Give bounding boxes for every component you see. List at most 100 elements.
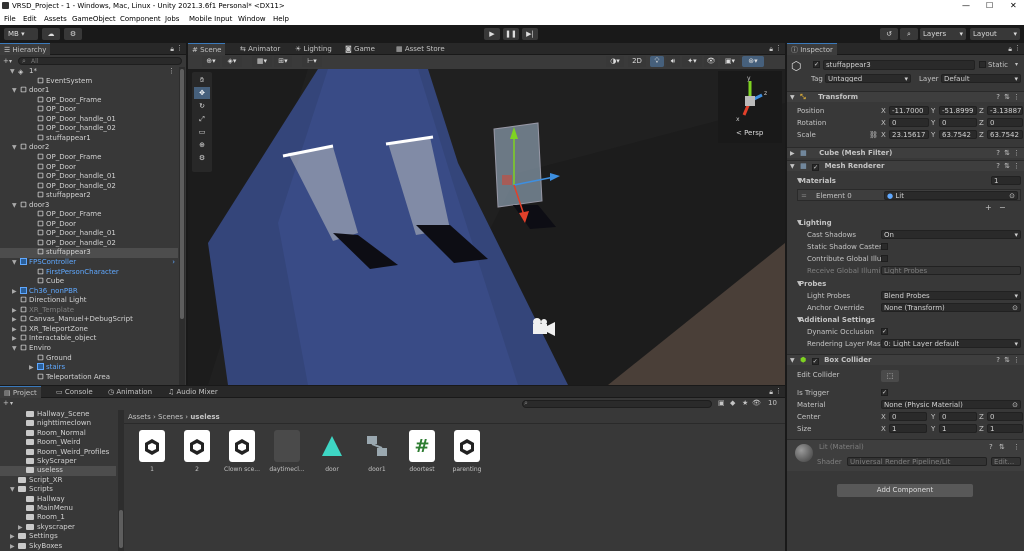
rotation-y-field[interactable]: 0 — [939, 118, 977, 127]
layout-dropdown[interactable]: Layout ▾ — [970, 28, 1020, 40]
dynamic-occlusion-checkbox[interactable]: ✓ — [881, 328, 888, 335]
hierarchy-item[interactable]: OP_Door_Frame — [0, 210, 178, 220]
gizmo-plane-handle[interactable] — [502, 175, 512, 185]
create-dropdown-icon[interactable]: ▾ — [10, 400, 13, 407]
lock-icon[interactable]: 🔒︎ — [170, 45, 174, 54]
create-asset-button[interactable]: + — [3, 399, 9, 407]
menu-jobs[interactable]: Jobs — [165, 15, 179, 23]
hierarchy-item[interactable]: ▶ stairs — [0, 363, 178, 373]
hierarchy-item[interactable]: ▶ Interactable_object — [0, 334, 178, 344]
position-y-field[interactable]: -51.8999 — [939, 106, 977, 115]
foldout-arrow-icon[interactable]: ▼ — [12, 143, 20, 153]
gizmos-dropdown[interactable]: ⊛▾ — [742, 56, 764, 67]
foldout-arrow-icon[interactable]: ▼ — [12, 258, 20, 268]
hierarchy-item[interactable]: OP_Door_handle_02 — [0, 182, 178, 192]
help-icon[interactable]: ? — [996, 161, 1000, 172]
object-picker-icon[interactable]: ⊙ — [1012, 401, 1018, 408]
rect-tool-icon[interactable]: ▭ — [194, 126, 210, 138]
more-menu-icon[interactable]: ⋮ — [176, 44, 183, 52]
folder-item[interactable]: Script_XR — [0, 476, 116, 486]
move-tool-icon[interactable]: ✥ — [194, 87, 210, 99]
hierarchy-item[interactable]: ▶ XR_Template — [0, 306, 178, 316]
hierarchy-item[interactable]: ▶ XR_TeleportZone — [0, 325, 178, 335]
hierarchy-item[interactable]: EventSystem — [0, 77, 178, 87]
foldout-arrow-icon[interactable]: ▶ — [12, 315, 20, 325]
component-menu-icon[interactable]: ⋮ — [1013, 161, 1020, 172]
center-x-field[interactable]: 0 — [889, 412, 927, 421]
tab-audio-mixer[interactable]: ♫ Audio Mixer — [164, 386, 222, 398]
physic-material-field[interactable]: None (Physic Material) ⊙ — [881, 400, 1021, 409]
foldout-arrow-icon[interactable]: ▼ — [10, 485, 18, 495]
object-picker-icon[interactable]: ⊙ — [1009, 192, 1015, 199]
hierarchy-scrollbar[interactable] — [179, 67, 185, 385]
minimize-icon[interactable]: — — [962, 1, 970, 10]
scene-menu-icon[interactable]: ⋮ — [168, 67, 175, 77]
axis-gizmo-icon[interactable]: y z x — [718, 71, 782, 131]
hierarchy-item[interactable]: stuffappear2 — [0, 191, 178, 201]
more-menu-icon[interactable]: ⋮ — [775, 44, 782, 52]
transform-component-header[interactable]: ▼ ⤡ Transform ? ⇅ ⋮ — [787, 91, 1024, 102]
menu-help[interactable]: Help — [273, 15, 289, 23]
mesh-renderer-enabled-checkbox[interactable]: ✓ — [812, 164, 820, 171]
tab-scene[interactable]: # Scene — [188, 43, 226, 55]
object-name-field[interactable]: stuffappear3 — [823, 60, 975, 70]
scrollbar-thumb[interactable] — [119, 510, 123, 548]
hierarchy-item[interactable]: ▼ ◈ 1* ⋮ — [0, 67, 178, 77]
folder-item[interactable]: Room_1 — [0, 513, 116, 523]
foldout-arrow-icon[interactable]: ▶ — [12, 306, 20, 316]
selected-door-panel[interactable] — [493, 122, 543, 208]
edit-collider-button[interactable]: ⬚ — [881, 370, 899, 382]
lock-icon[interactable]: 🔒︎ — [769, 388, 773, 397]
scene-view[interactable]: # Scene ⇆ Animator ☀ Lighting ◙ Game ▦ A… — [188, 43, 785, 385]
folder-item[interactable]: MainMenu — [0, 504, 116, 514]
hierarchy-item[interactable]: Ground — [0, 354, 178, 364]
menu-component[interactable]: Component — [120, 15, 161, 23]
hierarchy-item[interactable]: OP_Door_Frame — [0, 153, 178, 163]
custom-tool-icon[interactable]: ⚙ — [194, 152, 210, 164]
size-y-field[interactable]: 1 — [939, 424, 977, 433]
constrain-proportions-icon[interactable]: ⛓ — [869, 131, 878, 139]
folder-item[interactable]: Room_Weird_Profiles — [0, 448, 116, 458]
snap-increment-dropdown[interactable]: ⊞▾ — [274, 56, 292, 67]
folder-item[interactable]: SkyScraper — [0, 457, 116, 467]
preset-icon[interactable]: ⇅ — [1004, 161, 1010, 172]
toggle-2d-button[interactable]: 2D — [628, 56, 646, 67]
hidden-objects-icon[interactable]: 👁︎ — [704, 56, 718, 67]
folder-item[interactable]: ▶ SkyBoxes — [0, 542, 116, 551]
search-by-type-icon[interactable]: ▣ — [718, 399, 725, 407]
scale-tool-icon[interactable]: ⤢ — [194, 113, 210, 125]
scrollbar-thumb[interactable] — [180, 69, 184, 319]
position-z-field[interactable]: -3.13887 — [987, 106, 1023, 115]
lock-icon[interactable]: 🔒︎ — [1008, 45, 1012, 54]
rotate-tool-icon[interactable]: ↻ — [194, 100, 210, 112]
foldout-arrow-icon[interactable]: ▶ — [18, 523, 26, 533]
shader-dropdown[interactable]: Universal Render Pipeline/Lit — [847, 457, 987, 466]
layers-dropdown[interactable]: Layers ▾ — [920, 28, 966, 40]
static-shadow-checkbox[interactable] — [881, 243, 888, 250]
folder-item[interactable]: ▶ Settings — [0, 532, 116, 542]
help-icon[interactable]: ? — [996, 355, 1000, 366]
tab-animation[interactable]: ◷ Animation — [104, 386, 156, 398]
remove-element-button[interactable]: − — [999, 203, 1006, 212]
menu-assets[interactable]: Assets — [44, 15, 67, 23]
lock-icon[interactable]: 🔒︎ — [769, 45, 773, 54]
add-element-button[interactable]: + — [985, 203, 992, 212]
render-mode-dropdown[interactable]: ◑▾ — [606, 56, 624, 67]
folder-item[interactable]: Hallway_Scene — [0, 410, 116, 420]
asset-item[interactable]: # doortest — [402, 430, 442, 473]
scale-y-field[interactable]: 63.7542 — [939, 130, 977, 139]
asset-item[interactable]: door1 — [357, 430, 397, 473]
close-icon[interactable]: ✕ — [1010, 1, 1017, 10]
is-trigger-checkbox[interactable]: ✓ — [881, 389, 888, 396]
breadcrumb-assets[interactable]: Assets — [128, 413, 151, 421]
object-picker-icon[interactable]: ⊙ — [1012, 304, 1018, 311]
folder-item[interactable]: nighttimeclown — [0, 419, 116, 429]
size-z-field[interactable]: 1 — [987, 424, 1023, 433]
hierarchy-item[interactable]: ▼ door3 — [0, 201, 178, 211]
hierarchy-item[interactable]: ▼ FPSController › — [0, 258, 178, 268]
scale-z-field[interactable]: 63.7542 — [987, 130, 1023, 139]
hierarchy-item[interactable]: ▶ Canvas_Manuel+DebugScript — [0, 315, 178, 325]
camera-settings-dropdown[interactable]: ▣▾ — [720, 56, 740, 67]
component-menu-icon[interactable]: ⋮ — [1013, 355, 1020, 366]
preset-icon[interactable]: ⇅ — [999, 443, 1005, 451]
